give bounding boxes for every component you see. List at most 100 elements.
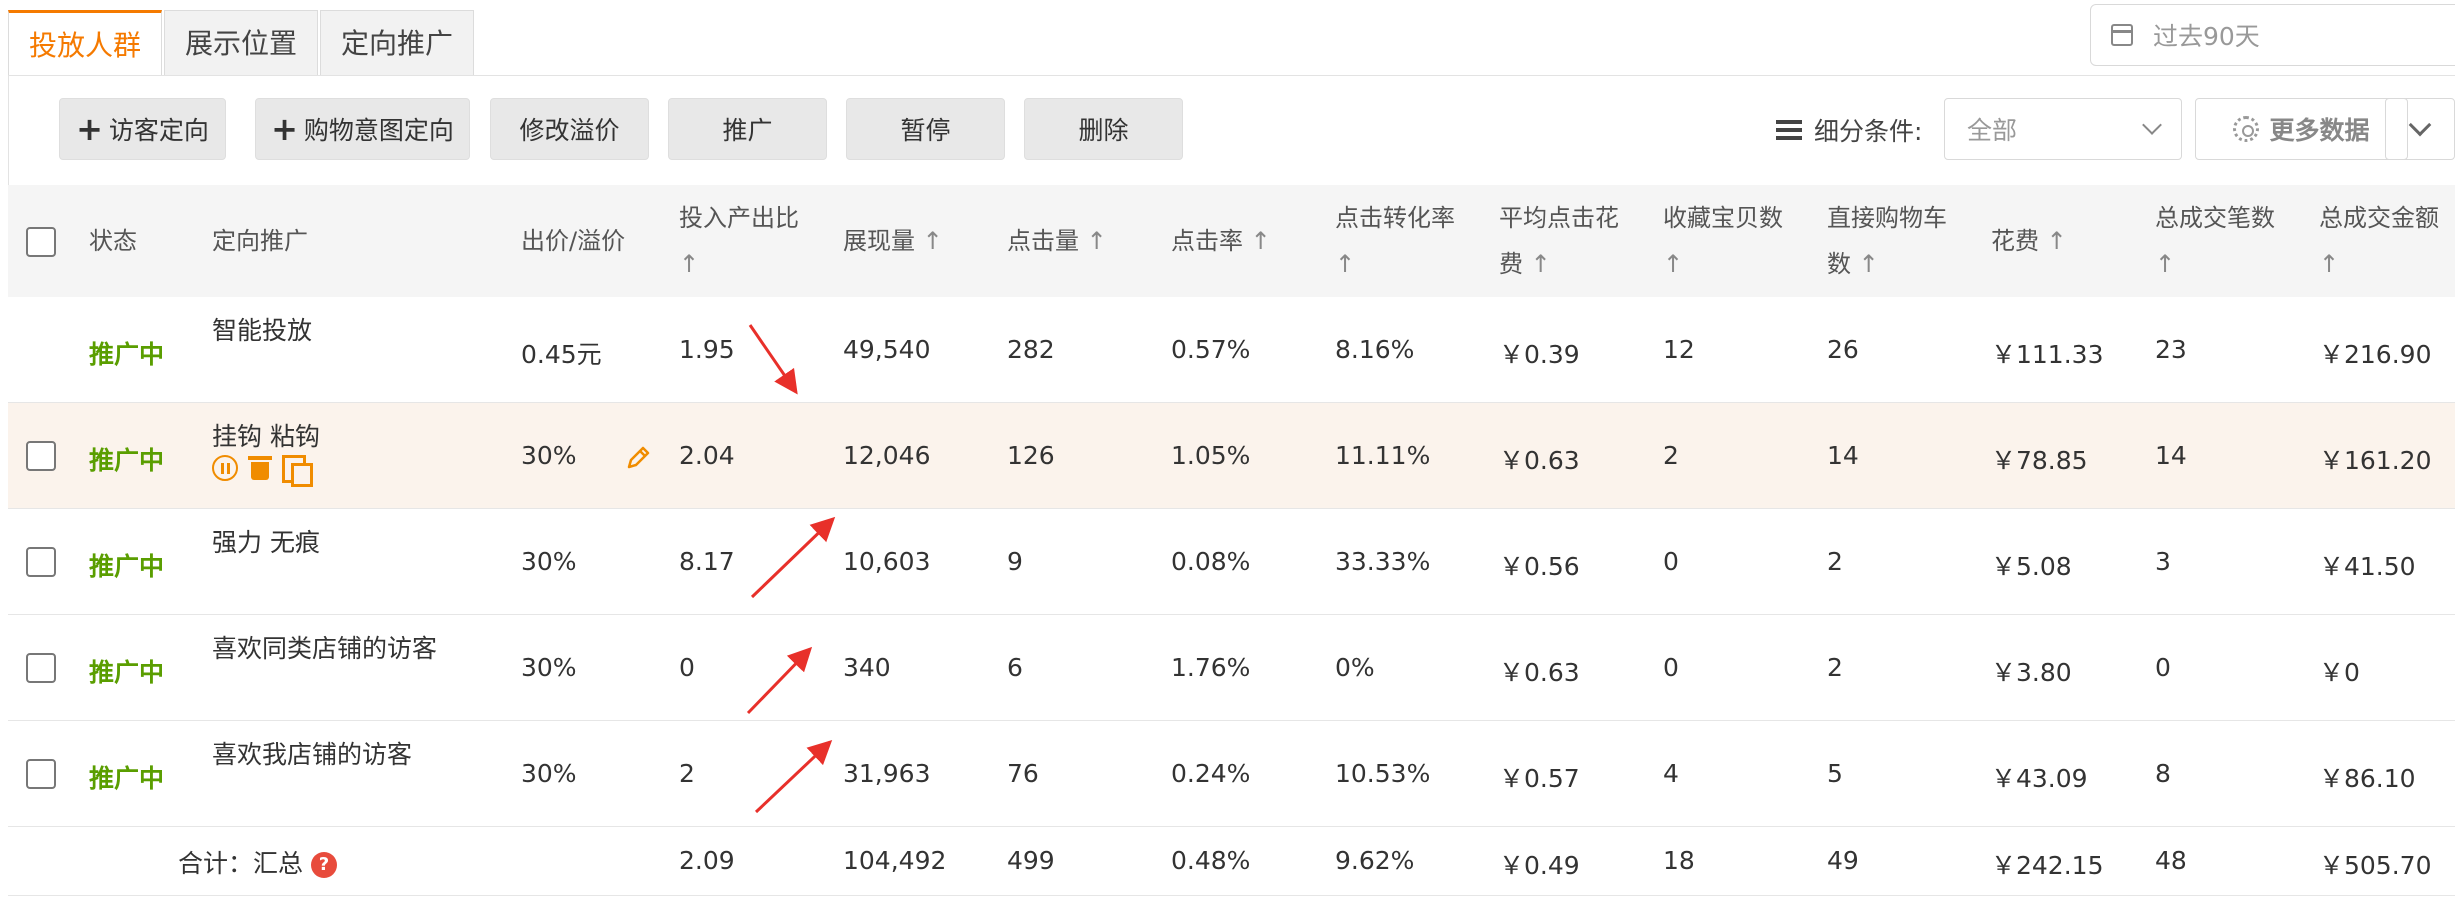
table-row: 推广中 喜欢我店铺的访客 30% 2 31,963 76 0.24% 10.53… <box>8 721 2455 827</box>
sort-arrow-icon: ↑ <box>2046 227 2067 255</box>
row-actions <box>212 455 313 487</box>
ctr-value: 0.24% <box>1171 759 1251 788</box>
summary-favorites: 18 <box>1663 846 1695 875</box>
more-data-button[interactable]: 更多数据 <box>2195 98 2408 160</box>
column-header-roi-label: 投入产出比 <box>679 204 799 232</box>
summary-row: 合计：汇总? 2.09 104,492 499 0.48% 9.62% ￥0.4… <box>8 826 2455 896</box>
amount-value: ￥161.20 <box>2319 446 2432 475</box>
clicks-value: 76 <box>1007 759 1039 788</box>
tab-bar: 投放人群 展示位置 定向推广 <box>8 10 476 76</box>
column-header-roi[interactable]: 投入产出比 ↑ <box>679 195 799 287</box>
status-badge: 推广中 <box>89 552 165 581</box>
segment-filter-select[interactable]: 全部 <box>1944 98 2182 160</box>
sort-arrow-icon: ↑ <box>2319 250 2340 278</box>
pause-button[interactable]: 暂停 <box>846 98 1005 160</box>
amount-value: ￥0 <box>2319 658 2360 687</box>
column-header-clicks[interactable]: 点击量 ↑ <box>1007 218 1107 264</box>
summary-cost: ￥242.15 <box>1991 851 2104 880</box>
orders-value: 8 <box>2155 759 2171 788</box>
delete-button[interactable]: 删除 <box>1024 98 1183 160</box>
impressions-value: 31,963 <box>843 759 931 788</box>
bid-value: 30% <box>521 547 577 576</box>
tab-divider <box>8 75 2455 76</box>
orders-value: 0 <box>2155 653 2171 682</box>
cpc-value: ￥0.39 <box>1499 340 1580 369</box>
tab-placement[interactable]: 展示位置 <box>164 10 319 76</box>
column-header-cpc-label-1: 平均点击花 <box>1499 204 1619 232</box>
segment-filter-text: 细分条件: <box>1814 117 1923 146</box>
ctr-value: 1.76% <box>1171 653 1251 682</box>
column-header-amount[interactable]: 总成交金额 ↑ <box>2319 195 2439 287</box>
sort-arrow-icon: ↑ <box>1530 250 1551 278</box>
row-checkbox[interactable] <box>26 441 56 471</box>
sort-arrow-icon: ↑ <box>1086 227 1107 255</box>
favorites-value: 12 <box>1663 335 1695 364</box>
pause-icon[interactable] <box>212 455 238 481</box>
table-row: 推广中 强力 无痕 30% 8.17 10,603 9 0.08% 33.33%… <box>8 509 2455 615</box>
gear-icon <box>2233 116 2260 142</box>
cost-value: ￥43.09 <box>1991 764 2088 793</box>
row-checkbox[interactable] <box>26 653 56 683</box>
cpc-value: ￥0.56 <box>1499 552 1580 581</box>
roi-value: 1.95 <box>679 335 735 364</box>
summary-orders: 48 <box>2155 846 2187 875</box>
intent-targeting-button[interactable]: + 购物意图定向 <box>255 98 470 160</box>
column-header-cart[interactable]: 直接购物车 数 ↑ <box>1827 195 1947 287</box>
sort-arrow-icon: ↑ <box>1335 250 1356 278</box>
cost-value: ￥78.85 <box>1991 446 2088 475</box>
column-header-cost-label: 花费 <box>1991 227 2039 255</box>
content-border <box>8 75 9 185</box>
expand-toggle-button[interactable] <box>2385 98 2455 160</box>
column-header-cost[interactable]: 花费 ↑ <box>1991 218 2067 264</box>
targeting-name: 智能投放 <box>212 316 313 345</box>
promote-button[interactable]: 推广 <box>668 98 827 160</box>
table-row: 推广中 喜欢同类店铺的访客 30% 0 340 6 1.76% 0% ￥0.63… <box>8 615 2455 721</box>
column-header-favorites[interactable]: 收藏宝贝数 ↑ <box>1663 195 1783 287</box>
summary-cpc: ￥0.49 <box>1499 851 1580 880</box>
trash-icon[interactable] <box>248 456 272 480</box>
column-header-bid: 出价/溢价 <box>521 227 626 255</box>
summary-label: 合计：汇总? <box>178 844 338 880</box>
visitor-targeting-button[interactable]: + 访客定向 <box>59 98 226 160</box>
column-header-impressions[interactable]: 展现量 ↑ <box>843 218 943 264</box>
pencil-icon[interactable] <box>623 443 653 473</box>
targeting-name: 喜欢同类店铺的访客 <box>212 634 438 663</box>
select-all-checkbox[interactable] <box>26 227 56 257</box>
cpc-value: ￥0.63 <box>1499 446 1580 475</box>
cvr-value: 10.53% <box>1335 759 1431 788</box>
favorites-value: 0 <box>1663 547 1679 576</box>
amount-value: ￥86.10 <box>2319 764 2416 793</box>
row-checkbox[interactable] <box>26 759 56 789</box>
list-icon <box>1776 120 1802 140</box>
modify-premium-button[interactable]: 修改溢价 <box>490 98 649 160</box>
impressions-value: 10,603 <box>843 547 931 576</box>
cost-value: ￥111.33 <box>1991 340 2104 369</box>
visitor-targeting-label: 访客定向 <box>108 116 209 145</box>
tab-targeting[interactable]: 定向推广 <box>320 10 475 76</box>
copy-icon[interactable] <box>282 455 313 487</box>
row-checkbox[interactable] <box>26 547 56 577</box>
cart-value: 26 <box>1827 335 1859 364</box>
orders-value: 3 <box>2155 547 2171 576</box>
status-badge: 推广中 <box>89 658 165 687</box>
targeting-name: 强力 无痕 <box>212 528 320 557</box>
cost-value: ￥5.08 <box>1991 552 2072 581</box>
tab-audience[interactable]: 投放人群 <box>8 10 163 76</box>
column-header-ctr[interactable]: 点击率 ↑ <box>1171 218 1271 264</box>
summary-roi: 2.09 <box>679 846 735 875</box>
sort-arrow-icon: ↑ <box>922 227 943 255</box>
summary-label-text: 合计：汇总 <box>178 849 304 878</box>
impressions-value: 49,540 <box>843 335 931 364</box>
amount-value: ￥41.50 <box>2319 552 2416 581</box>
column-header-cpc[interactable]: 平均点击花 费 ↑ <box>1499 195 1619 287</box>
summary-cart: 49 <box>1827 846 1859 875</box>
help-icon[interactable]: ? <box>311 852 338 878</box>
status-badge: 推广中 <box>89 446 165 475</box>
column-header-cvr-label: 点击转化率 <box>1335 204 1455 232</box>
date-range-picker[interactable]: 过去90天 <box>2090 4 2455 66</box>
table-row: 推广中 智能投放 0.45元 1.95 49,540 282 0.57% 8.1… <box>8 297 2455 403</box>
impressions-value: 12,046 <box>843 441 931 470</box>
column-header-orders[interactable]: 总成交笔数 ↑ <box>2155 195 2275 287</box>
clicks-value: 9 <box>1007 547 1023 576</box>
column-header-cvr[interactable]: 点击转化率 ↑ <box>1335 195 1455 287</box>
